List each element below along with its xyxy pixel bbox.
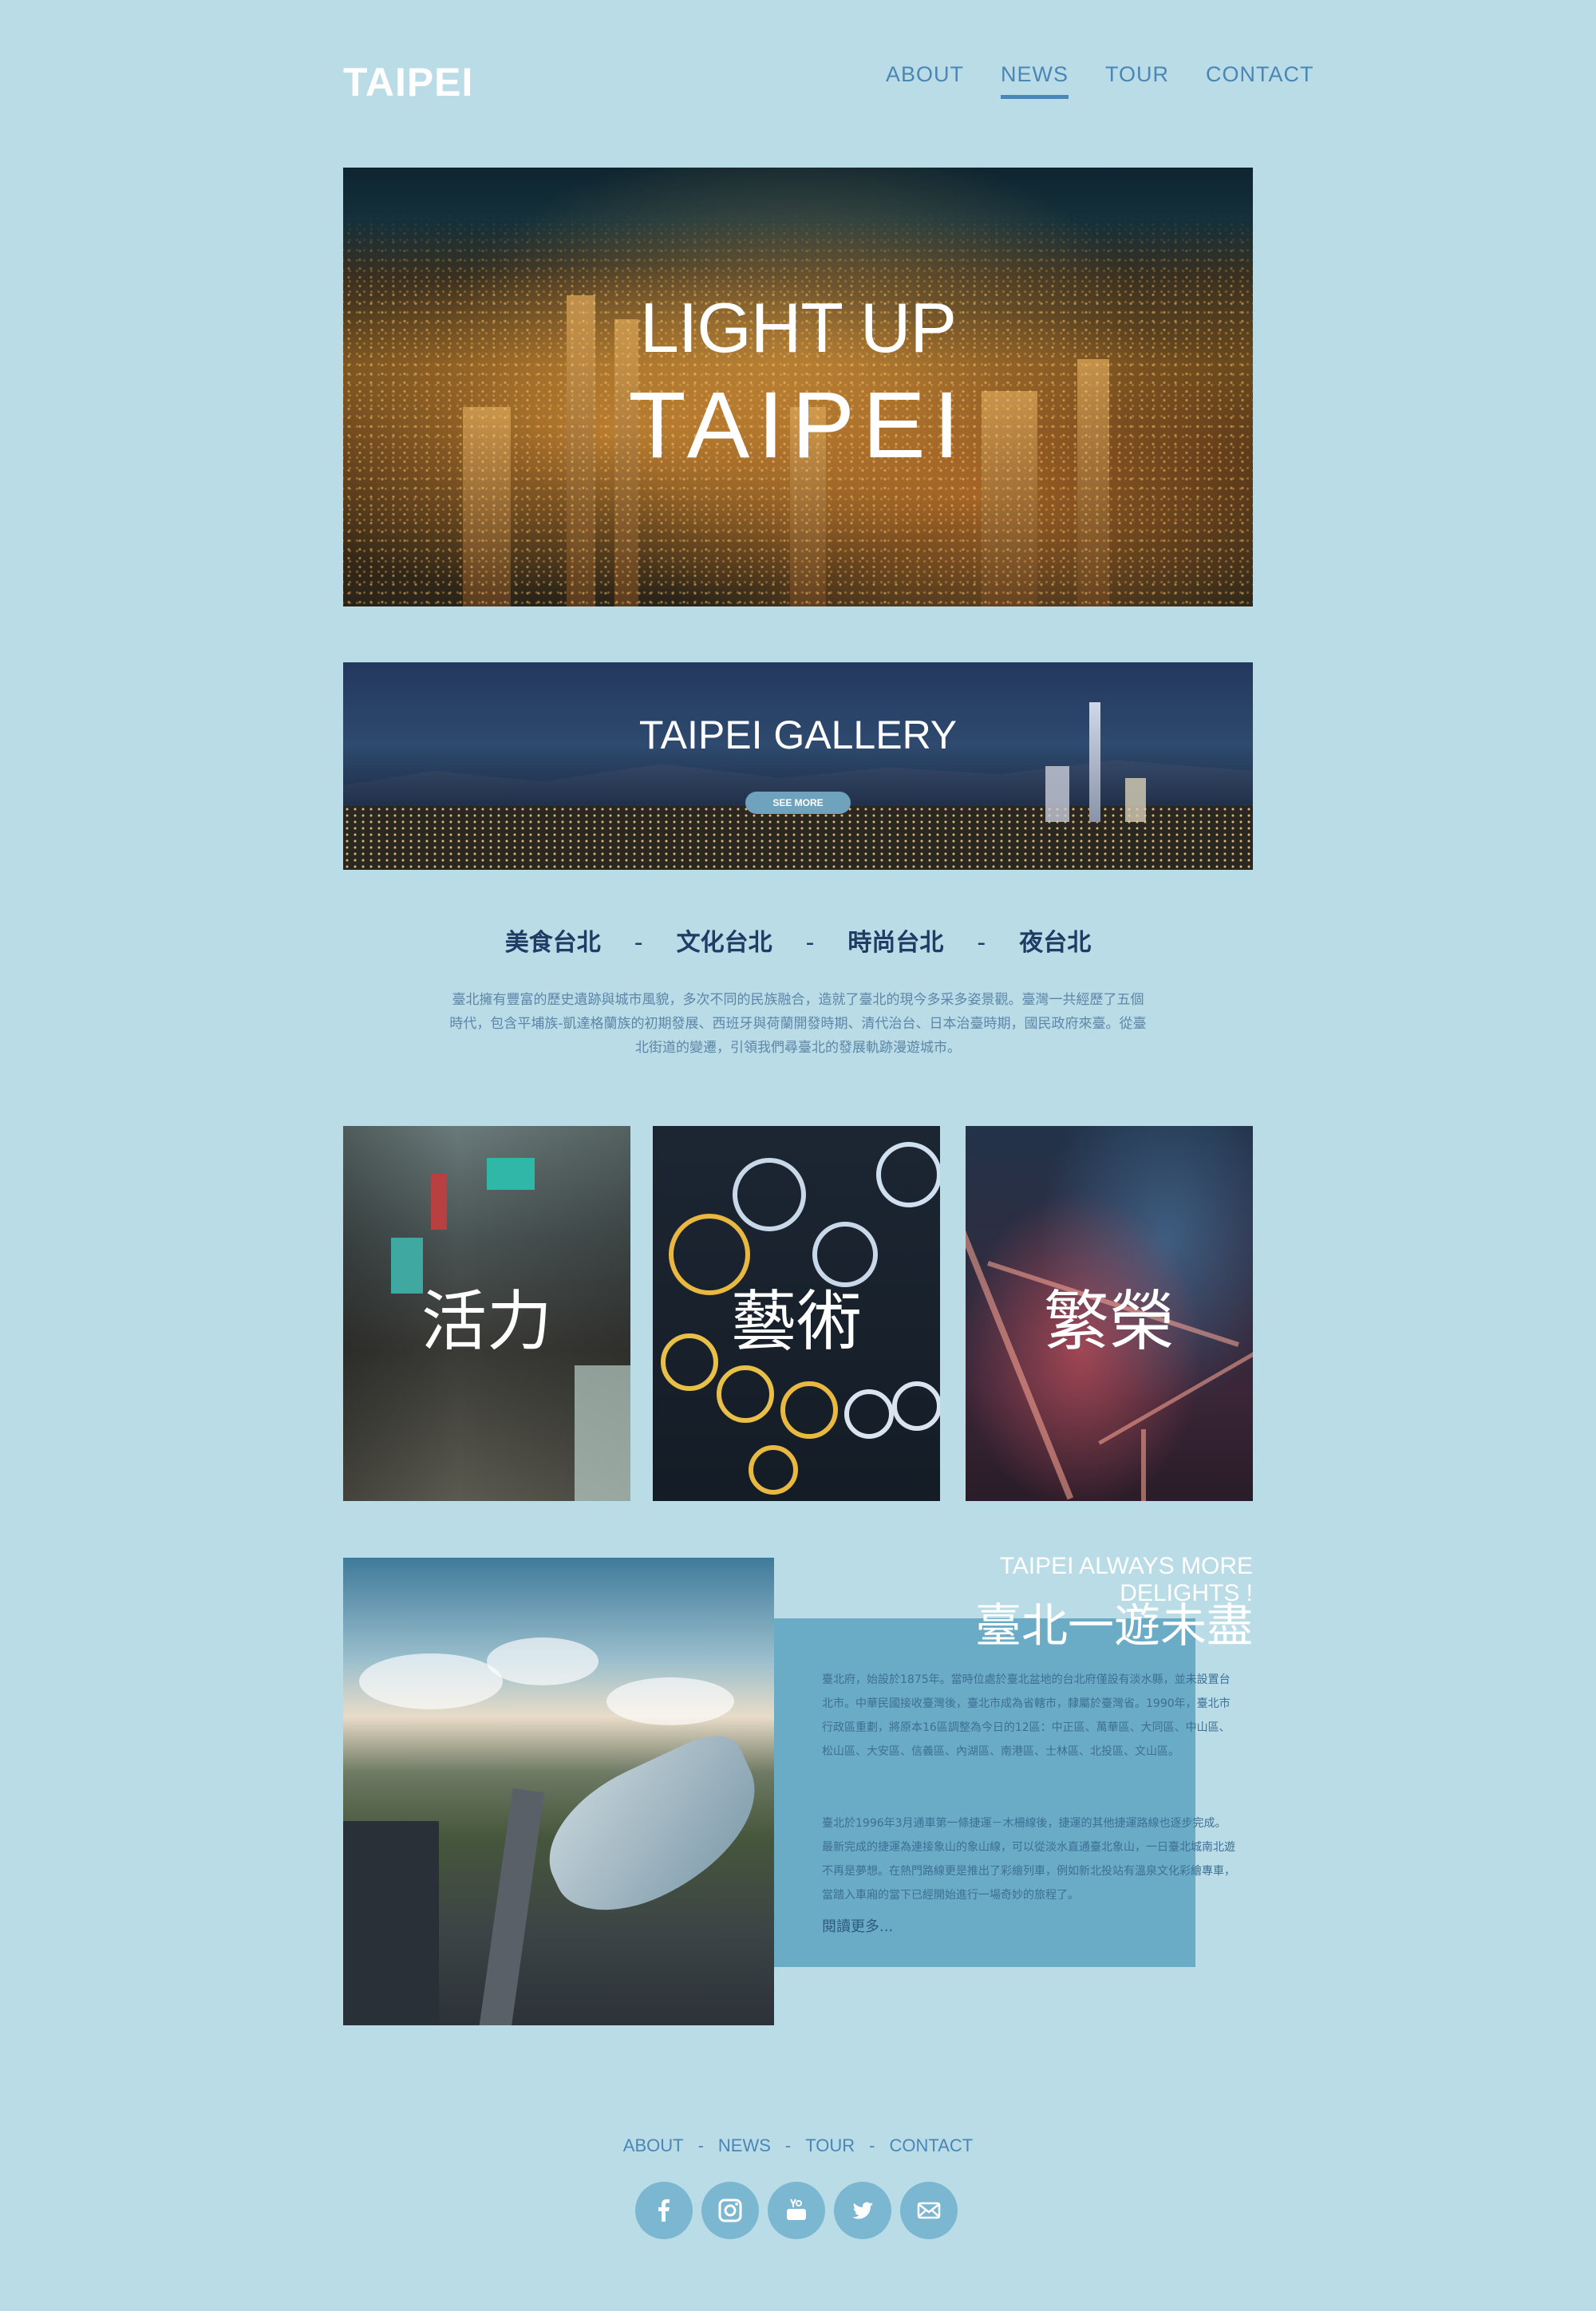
read-more-link[interactable]: 閱讀更多... bbox=[822, 1915, 893, 1936]
category-food[interactable]: 美食台北 bbox=[505, 929, 601, 957]
category-culture[interactable]: 文化台北 bbox=[677, 929, 772, 957]
gallery-title: TAIPEI GALLERY bbox=[638, 713, 958, 757]
category-separator: - bbox=[977, 929, 986, 957]
footer-nav-contact[interactable]: CONTACT bbox=[890, 2135, 974, 2155]
tile-label: 繁榮 bbox=[1043, 1284, 1175, 1360]
category-night[interactable]: 夜台北 bbox=[1019, 929, 1091, 957]
facebook-icon[interactable] bbox=[635, 2182, 693, 2239]
site-logo[interactable]: TAIPEI bbox=[343, 59, 473, 105]
footer-separator: - bbox=[869, 2135, 875, 2155]
footer-nav-news[interactable]: NEWS bbox=[718, 2135, 771, 2155]
nav-about[interactable]: ABOUT bbox=[886, 62, 964, 99]
nav-contact[interactable]: CONTACT bbox=[1206, 62, 1314, 99]
tile-vitality[interactable]: 活力 bbox=[343, 1126, 630, 1501]
category-separator: - bbox=[634, 929, 643, 957]
see-more-button[interactable]: SEE MORE bbox=[745, 792, 851, 814]
category-links: 美食台北 - 文化台北 - 時尚台北 - 夜台北 bbox=[0, 922, 1596, 958]
feature-paragraph: 臺北府，始設於1875年。當時位處於臺北盆地的台北府僅設有淡水縣，並未設置台北市… bbox=[822, 1673, 1231, 1758]
category-separator: - bbox=[805, 929, 815, 957]
nav-tour[interactable]: TOUR bbox=[1105, 62, 1169, 99]
tile-label: 活力 bbox=[421, 1284, 552, 1360]
footer-nav-about[interactable]: ABOUT bbox=[623, 2135, 684, 2155]
category-fashion[interactable]: 時尚台北 bbox=[847, 929, 943, 957]
feature-photo bbox=[343, 1558, 774, 2025]
tile-label: 藝術 bbox=[730, 1284, 862, 1360]
feature-title-zh: 臺北一遊未盡 bbox=[974, 1598, 1253, 1653]
gallery-banner: TAIPEI GALLERY SEE MORE bbox=[343, 662, 1253, 870]
hero-title-line1: LIGHT UP bbox=[639, 288, 957, 367]
main-nav: ABOUT NEWS TOUR CONTACT bbox=[886, 62, 1314, 99]
footer-separator: - bbox=[784, 2135, 792, 2155]
social-links bbox=[635, 2182, 958, 2239]
feature-paragraph: 臺北於1996年3月通車第一條捷運－木柵線後，捷運的其他捷運路線也逐步完成。最新… bbox=[822, 1817, 1235, 1902]
intro-text: 臺北擁有豐富的歷史遺跡與城市風貌，多次不同的民族融合，造就了臺北的現今多采多姿景… bbox=[449, 992, 1147, 1056]
instagram-icon[interactable] bbox=[701, 2182, 759, 2239]
twitter-icon[interactable] bbox=[834, 2182, 891, 2239]
footer-nav-tour[interactable]: TOUR bbox=[805, 2135, 855, 2155]
mail-icon[interactable] bbox=[900, 2182, 958, 2239]
nav-news[interactable]: NEWS bbox=[1001, 62, 1069, 99]
tile-art[interactable]: 藝術 bbox=[653, 1126, 940, 1501]
hero-banner: LIGHT UP TAIPEI bbox=[343, 168, 1253, 606]
youtube-icon[interactable] bbox=[768, 2182, 825, 2239]
footer-separator: - bbox=[697, 2135, 704, 2155]
footer-nav: ABOUT - NEWS - TOUR - CONTACT bbox=[0, 2135, 1596, 2156]
hero-title-line2: TAIPEI bbox=[628, 373, 968, 478]
tile-prosperity[interactable]: 繁榮 bbox=[966, 1126, 1253, 1501]
